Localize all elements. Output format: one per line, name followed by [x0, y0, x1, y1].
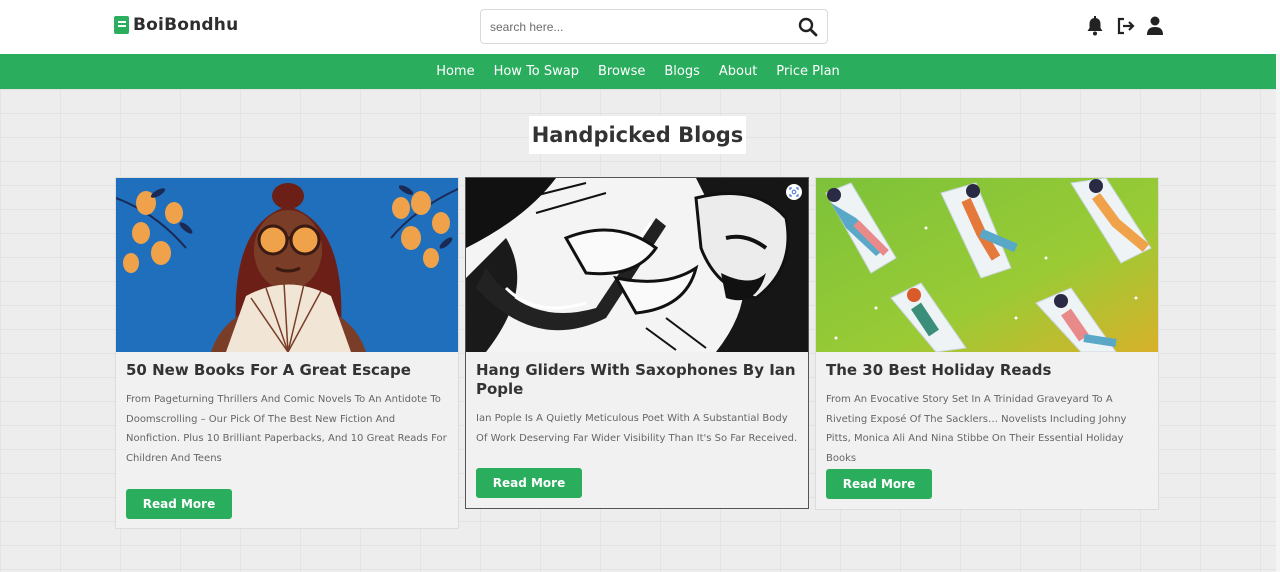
blog-card-image — [816, 178, 1158, 352]
nav-item-about[interactable]: About — [719, 64, 757, 79]
brand-name: BoiBondhu — [133, 15, 239, 35]
read-more-button[interactable]: Read More — [126, 489, 232, 519]
blog-card: The 30 Best Holiday Reads From An Evocat… — [815, 177, 1159, 510]
blog-card-title[interactable]: The 30 Best Holiday Reads — [826, 361, 1148, 380]
read-more-button[interactable]: Read More — [826, 469, 932, 499]
brand-logo[interactable]: BoiBondhu — [114, 15, 238, 35]
blog-card-title[interactable]: Hang Gliders With Saxophones By Ian Popl… — [476, 361, 798, 399]
blog-card-image — [466, 178, 808, 352]
scrollbar[interactable] — [1276, 54, 1280, 572]
nav-item-how-to-swap[interactable]: How To Swap — [494, 64, 579, 79]
nav-item-home[interactable]: Home — [436, 64, 474, 79]
blog-card: 50 New Books For A Great Escape From Pag… — [115, 177, 459, 529]
blog-card-image — [116, 178, 458, 352]
header-actions — [1086, 15, 1166, 37]
nav-item-price-plan[interactable]: Price Plan — [776, 64, 840, 79]
section-title: Handpicked Blogs — [529, 116, 746, 154]
nav-item-browse[interactable]: Browse — [598, 64, 645, 79]
blog-card-title[interactable]: 50 New Books For A Great Escape — [126, 361, 448, 380]
book-icon — [114, 16, 129, 34]
nav-item-blogs[interactable]: Blogs — [664, 64, 700, 79]
bell-icon[interactable] — [1086, 15, 1106, 37]
blog-card-description: From Pageturning Thrillers And Comic Nov… — [126, 394, 447, 464]
main-nav: Home How To Swap Browse Blogs About Pric… — [0, 54, 1276, 89]
search-icon[interactable] — [798, 17, 818, 37]
blog-card: Hang Gliders With Saxophones By Ian Popl… — [465, 177, 809, 509]
logout-icon[interactable] — [1116, 15, 1136, 37]
top-header: BoiBondhu — [0, 0, 1280, 54]
blog-card-description: Ian Pople Is A Quietly Meticulous Poet W… — [476, 413, 798, 444]
image-search-icon[interactable] — [786, 184, 802, 200]
search-bar — [480, 9, 828, 44]
search-input[interactable] — [481, 10, 781, 43]
blog-card-description: From An Evocative Story Set In A Trinida… — [826, 394, 1127, 464]
read-more-button[interactable]: Read More — [476, 468, 582, 498]
user-icon[interactable] — [1146, 15, 1166, 37]
